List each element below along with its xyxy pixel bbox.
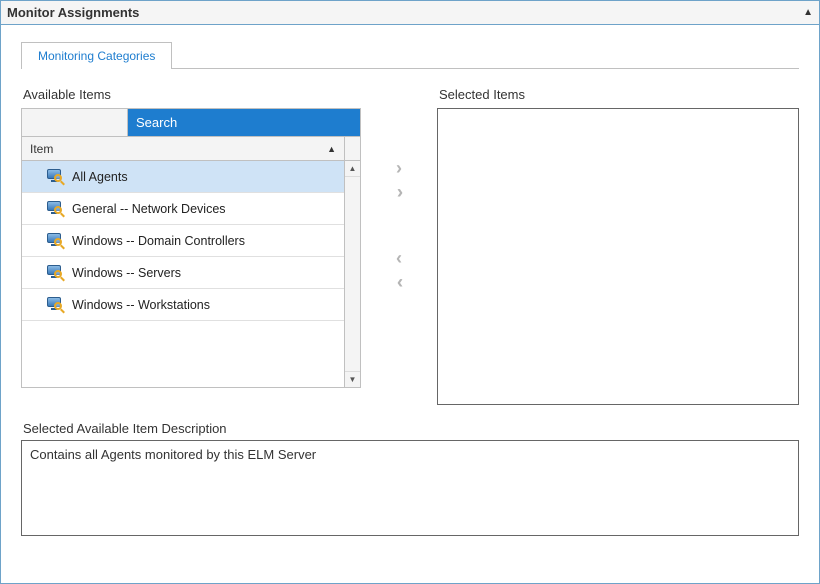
tab-monitoring-categories[interactable]: Monitoring Categories: [21, 42, 172, 69]
panel-header: Monitor Assignments ▲: [1, 1, 819, 25]
category-icon: [46, 168, 64, 186]
available-rows: All Agents General -- Network Devices Wind…: [22, 161, 344, 387]
collapse-icon[interactable]: ▲: [803, 7, 813, 18]
available-grid: Item ▲ All Agents General -- Network Devi…: [21, 108, 361, 388]
selected-items-box[interactable]: [437, 108, 799, 405]
category-icon: [46, 200, 64, 218]
available-item-label: Windows -- Servers: [72, 266, 181, 280]
available-label: Available Items: [23, 87, 361, 102]
search-spacer: [22, 109, 128, 136]
available-item-row[interactable]: General -- Network Devices: [22, 193, 344, 225]
move-buttons: › ›› ‹ ‹‹: [379, 87, 419, 293]
scroll-up-icon[interactable]: ▲: [345, 161, 360, 177]
description-box: Contains all Agents monitored by this EL…: [21, 440, 799, 536]
available-item-label: Windows -- Domain Controllers: [72, 234, 245, 248]
available-item-row[interactable]: Windows -- Workstations: [22, 289, 344, 321]
scroll-down-icon[interactable]: ▼: [345, 371, 360, 387]
vertical-scrollbar[interactable]: ▲ ▼: [344, 161, 360, 387]
available-item-label: Windows -- Workstations: [72, 298, 210, 312]
available-item-row[interactable]: All Agents: [22, 161, 344, 193]
description-text: Contains all Agents monitored by this EL…: [30, 447, 316, 462]
search-input[interactable]: [128, 109, 360, 136]
available-item-label: All Agents: [72, 170, 128, 184]
panel-title: Monitor Assignments: [7, 5, 139, 20]
header-scroll-gutter: [344, 137, 360, 160]
tab-strip: Monitoring Categories: [21, 41, 799, 69]
selected-label: Selected Items: [439, 87, 799, 102]
column-header-label: Item: [30, 142, 53, 156]
rows-viewport: All Agents General -- Network Devices Wind…: [22, 161, 360, 387]
tab-label: Monitoring Categories: [38, 49, 155, 63]
search-row: [22, 109, 360, 137]
category-icon: [46, 264, 64, 282]
category-icon: [46, 296, 64, 314]
description-label: Selected Available Item Description: [23, 421, 799, 436]
available-column: Available Items Item ▲ All Agen: [21, 87, 361, 388]
selected-column: Selected Items: [437, 87, 799, 405]
column-header-item[interactable]: Item ▲: [22, 142, 344, 156]
move-all-right-button[interactable]: ››: [385, 181, 413, 203]
category-icon: [46, 232, 64, 250]
available-item-row[interactable]: Windows -- Domain Controllers: [22, 225, 344, 257]
dual-list-layout: Available Items Item ▲ All Agen: [21, 87, 799, 405]
grid-header-row: Item ▲: [22, 137, 360, 161]
move-left-button[interactable]: ‹: [385, 247, 413, 269]
sort-asc-icon: ▲: [327, 144, 336, 154]
available-item-row[interactable]: Windows -- Servers: [22, 257, 344, 289]
move-right-button[interactable]: ›: [385, 157, 413, 179]
panel-body: Monitoring Categories Available Items It…: [1, 25, 819, 583]
available-item-label: General -- Network Devices: [72, 202, 226, 216]
move-all-left-button[interactable]: ‹‹: [385, 271, 413, 293]
monitor-assignments-panel: Monitor Assignments ▲ Monitoring Categor…: [0, 0, 820, 584]
